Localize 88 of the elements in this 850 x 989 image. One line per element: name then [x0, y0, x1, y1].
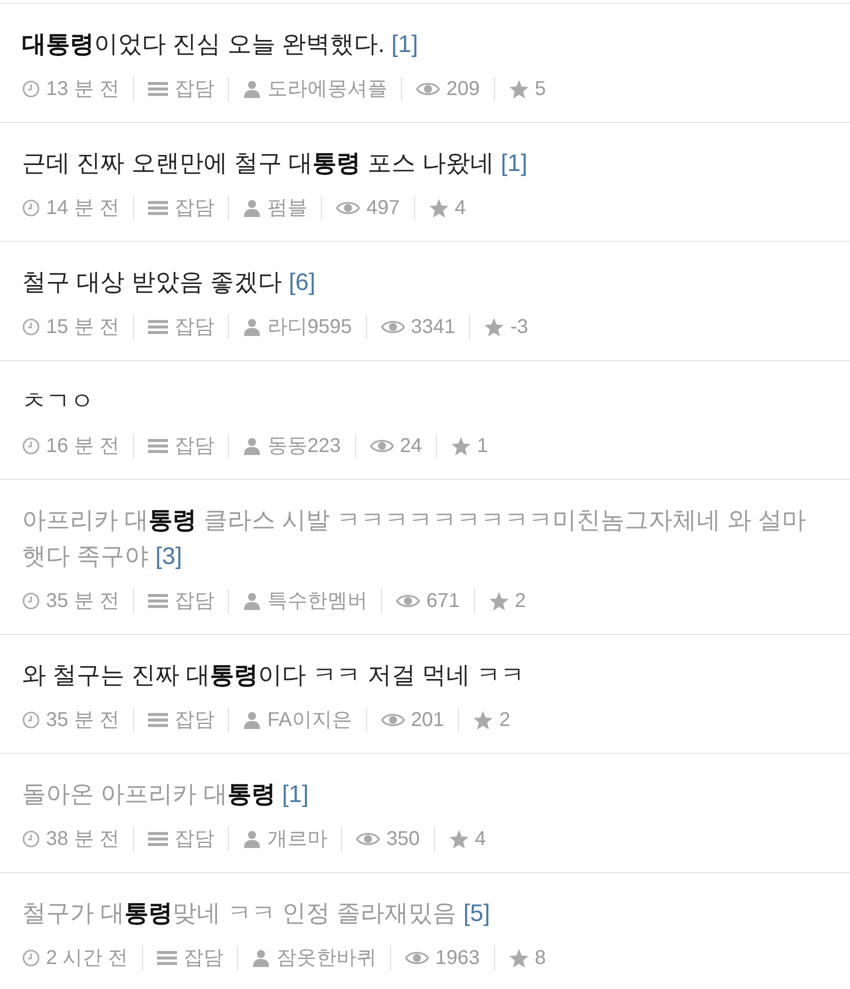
post-category: 잡담 — [174, 315, 214, 340]
post-author: 펌블 — [267, 196, 308, 221]
post-title-link[interactable]: 와 철구는 진짜 대통령이다 ㅋㅋ 저걸 먹네 ㅋㅋ — [22, 658, 828, 694]
menu-icon — [148, 593, 168, 609]
clock-icon — [22, 711, 40, 729]
post-title-link[interactable]: ㅊㄱㅇ — [22, 384, 828, 420]
post-title-link[interactable]: 대통령이었다 진심 오늘 완벽했다. [1] — [22, 27, 828, 63]
menu-icon — [148, 438, 168, 454]
post-category: 잡담 — [174, 589, 214, 614]
view-count: 3341 — [410, 315, 456, 340]
post-category: 잡담 — [174, 196, 214, 221]
view-count: 209 — [446, 77, 480, 102]
post-author: 잠옷한바퀴 — [276, 946, 376, 971]
post-category: 잡담 — [174, 827, 214, 852]
eye-icon — [416, 81, 440, 97]
post-time: 16 분 전 — [46, 434, 120, 459]
star-icon — [473, 710, 494, 730]
clock-icon — [22, 80, 40, 98]
post-time: 35 분 전 — [46, 589, 120, 614]
user-icon — [243, 318, 262, 336]
clock-icon — [22, 592, 40, 610]
menu-icon — [148, 200, 168, 216]
view-count: 350 — [386, 827, 420, 852]
eye-icon — [336, 200, 360, 216]
clock-icon — [22, 949, 40, 967]
vote-count: -3 — [510, 315, 528, 340]
user-icon — [243, 592, 262, 610]
post-time: 13 분 전 — [46, 77, 120, 102]
star-icon — [508, 80, 529, 98]
star-icon — [508, 948, 529, 968]
view-count: 24 — [400, 434, 422, 459]
post-time: 15 분 전 — [46, 315, 120, 340]
menu-icon — [157, 950, 178, 966]
vote-count: 2 — [514, 589, 526, 614]
menu-icon — [148, 831, 168, 847]
user-icon — [243, 830, 262, 848]
post-author: 개르마 — [267, 827, 328, 852]
eye-icon — [405, 950, 430, 966]
vote-count: 4 — [474, 827, 486, 852]
clock-icon — [22, 199, 40, 217]
post-time: 14 분 전 — [46, 196, 120, 221]
eye-icon — [380, 319, 405, 335]
post-category: 잡담 — [183, 946, 224, 971]
eye-icon — [356, 831, 380, 847]
post-title-link[interactable]: 아프리카 대통령 클라스 시발 ㅋㅋㅋㅋㅋㅋㅋㅋㅋ미친놈그자체네 와 설마햇다 족구야 [3] — [22, 503, 828, 575]
user-icon — [243, 711, 262, 729]
post-author: 특수한멤버 — [267, 589, 368, 614]
star-icon — [488, 592, 509, 610]
vote-count: 1 — [476, 434, 488, 459]
clock-icon — [22, 437, 40, 455]
star-icon — [448, 830, 469, 848]
post-title-link[interactable]: 근데 진짜 오랜만에 철구 대통령 포스 나왔네 [1] — [22, 146, 828, 182]
vote-count: 4 — [454, 196, 466, 221]
post-category: 잡담 — [174, 77, 214, 102]
post-title-link[interactable]: 철구 대상 받았음 좋겠다 [6] — [22, 265, 828, 301]
vote-count: 8 — [534, 946, 546, 971]
eye-icon — [370, 438, 394, 454]
clock-icon — [22, 318, 40, 336]
view-count: 497 — [366, 196, 400, 221]
post-author: 라디9595 — [267, 315, 352, 340]
vote-count: 2 — [499, 708, 510, 733]
clock-icon — [22, 830, 40, 848]
view-count: 201 — [410, 708, 444, 733]
eye-icon — [380, 712, 405, 728]
post-time: 35 분 전 — [46, 708, 120, 733]
post-time: 38 분 전 — [46, 827, 120, 852]
user-icon — [243, 80, 262, 98]
post-category: 잡담 — [174, 434, 214, 459]
menu-icon — [148, 319, 168, 335]
post-author: 동동223 — [267, 434, 341, 459]
star-icon — [450, 436, 471, 456]
post-title-link[interactable]: 돌아온 아프리카 대통령 [1] — [22, 777, 828, 813]
menu-icon — [148, 81, 168, 97]
user-icon — [252, 949, 270, 967]
menu-icon — [148, 712, 168, 728]
star-icon — [484, 318, 504, 336]
view-count: 671 — [426, 589, 460, 614]
user-icon — [243, 199, 262, 217]
user-icon — [243, 437, 262, 455]
view-count: 1963 — [435, 946, 480, 971]
post-author: 도라에몽셔플 — [267, 77, 388, 102]
vote-count: 5 — [534, 77, 546, 102]
post-title-link[interactable]: 철구가 대통령맞네 ㅋㅋ 인정 졸라재밌음 [5] — [22, 896, 828, 932]
eye-icon — [396, 593, 420, 609]
post-category: 잡담 — [174, 708, 214, 733]
post-author: FA이지은 — [267, 708, 352, 733]
star-icon — [428, 198, 449, 218]
post-time: 2 시간 전 — [46, 946, 128, 971]
